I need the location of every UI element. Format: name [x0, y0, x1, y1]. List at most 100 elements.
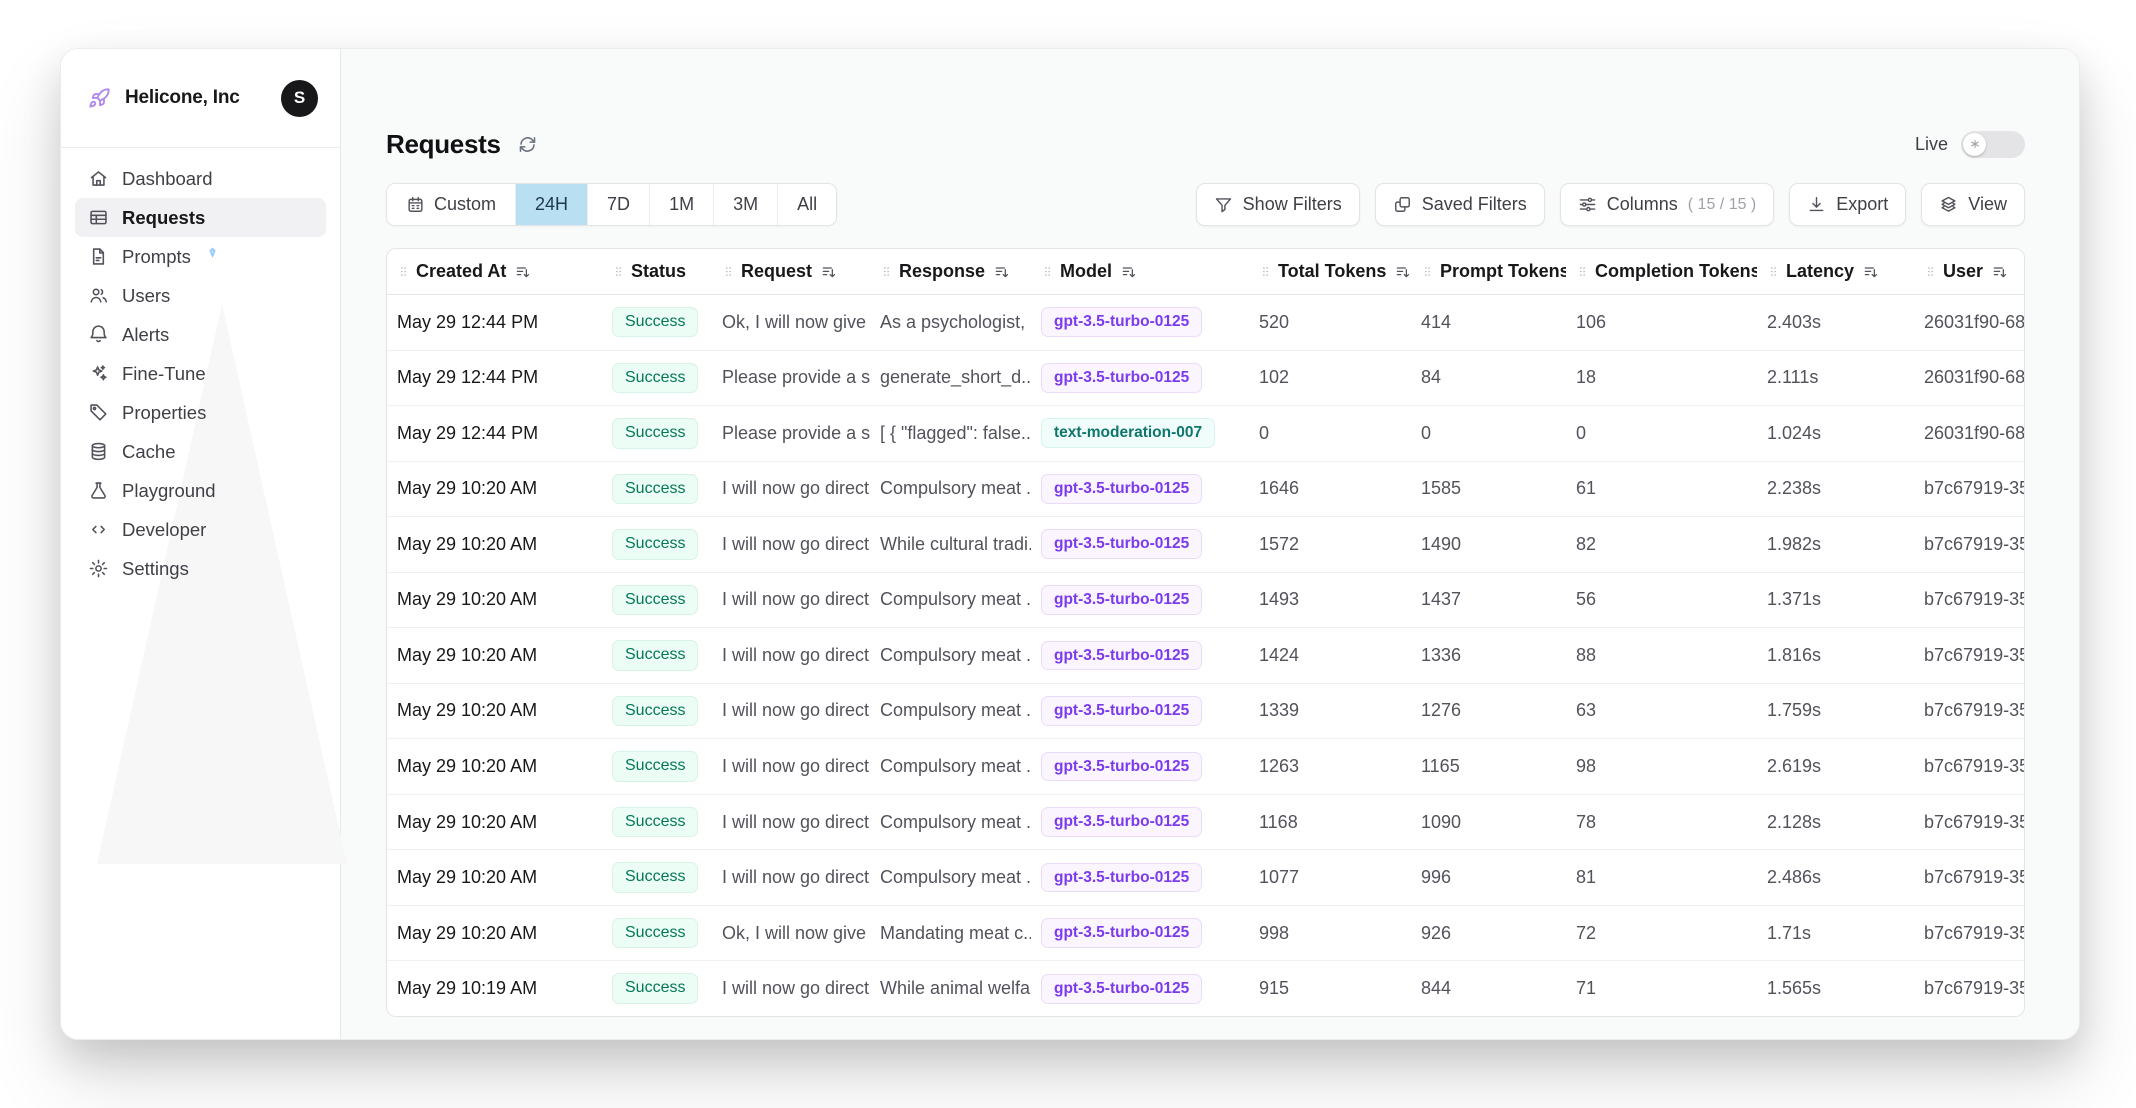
status-badge: Success: [612, 363, 698, 393]
cell-created-at: May 29 10:20 AM: [387, 850, 602, 905]
sidebar-item-prompts[interactable]: Prompts: [75, 237, 326, 276]
column-label: Response: [899, 261, 985, 282]
column-header-status[interactable]: Status: [602, 249, 712, 294]
cell-user: b7c67919-35: [1914, 906, 2025, 961]
drag-handle-icon[interactable]: [1421, 265, 1434, 278]
sort-icon[interactable]: [821, 264, 837, 280]
column-header-created-at[interactable]: Created At: [387, 249, 602, 294]
cell-prompt-tokens: 1276: [1411, 684, 1566, 739]
sidebar-item-fine-tune[interactable]: Fine-Tune: [75, 354, 326, 393]
cell-status: Success: [602, 906, 712, 961]
range-24h-button[interactable]: 24H: [516, 184, 588, 225]
drag-handle-icon[interactable]: [1767, 265, 1780, 278]
cell-completion-tokens: 88: [1566, 628, 1757, 683]
range-3m-button[interactable]: 3M: [714, 184, 778, 225]
sort-icon[interactable]: [1395, 264, 1411, 280]
cell-status: Success: [602, 517, 712, 572]
sidebar-item-settings[interactable]: Settings: [75, 549, 326, 588]
table-row[interactable]: May 29 10:20 AMSuccessI will now go dire…: [387, 739, 2024, 795]
sidebar-item-cache[interactable]: Cache: [75, 432, 326, 471]
drag-handle-icon[interactable]: [722, 265, 735, 278]
drag-handle-icon[interactable]: [1576, 265, 1589, 278]
refresh-icon: [517, 134, 538, 155]
status-badge: Success: [612, 307, 698, 337]
view-button[interactable]: View: [1921, 183, 2025, 226]
table-row[interactable]: May 29 10:20 AMSuccessI will now go dire…: [387, 628, 2024, 684]
cell-prompt-tokens: 0: [1411, 406, 1566, 461]
sort-icon[interactable]: [1121, 264, 1137, 280]
drag-handle-icon[interactable]: [397, 265, 410, 278]
sort-icon[interactable]: [515, 264, 531, 280]
drag-handle-icon[interactable]: [612, 265, 625, 278]
cell-status: Success: [602, 462, 712, 517]
table-row[interactable]: May 29 10:20 AMSuccessI will now go dire…: [387, 573, 2024, 629]
cell-prompt-tokens: 996: [1411, 850, 1566, 905]
drag-handle-icon[interactable]: [880, 265, 893, 278]
cell-user: b7c67919-35: [1914, 739, 2025, 794]
download-icon: [1807, 195, 1826, 214]
column-header-request[interactable]: Request: [712, 249, 870, 294]
cell-completion-tokens: 56: [1566, 573, 1757, 628]
sidebar-item-label: Fine-Tune: [122, 363, 206, 385]
snowflake-icon: [1963, 133, 1986, 156]
range-all-button[interactable]: All: [778, 184, 836, 225]
code-icon: [88, 519, 109, 540]
cell-model: text-moderation-007: [1031, 406, 1249, 461]
cell-user: b7c67919-35: [1914, 462, 2025, 517]
drag-handle-icon[interactable]: [1924, 265, 1937, 278]
cell-user: b7c67919-35: [1914, 628, 2025, 683]
sidebar-item-alerts[interactable]: Alerts: [75, 315, 326, 354]
columns-button[interactable]: Columns( 15 / 15 ): [1560, 183, 1775, 226]
sort-icon[interactable]: [994, 264, 1010, 280]
status-badge: Success: [612, 418, 698, 448]
cell-total-tokens: 1263: [1249, 739, 1411, 794]
range-custom-button[interactable]: Custom: [387, 184, 516, 225]
table-row[interactable]: May 29 12:44 PMSuccessOk, I will now giv…: [387, 295, 2024, 351]
cell-request: I will now go direct...: [712, 462, 870, 517]
column-header-total-tokens[interactable]: Total Tokens: [1249, 249, 1411, 294]
org-switcher[interactable]: Helicone, Inc S: [61, 49, 340, 148]
tag-icon: [88, 402, 109, 423]
saved-filters-button[interactable]: Saved Filters: [1375, 183, 1545, 226]
sidebar-item-dashboard[interactable]: Dashboard: [75, 159, 326, 198]
live-toggle[interactable]: [1961, 131, 2025, 158]
sort-icon[interactable]: [1863, 264, 1879, 280]
column-header-response[interactable]: Response: [870, 249, 1031, 294]
table-row[interactable]: May 29 10:20 AMSuccessI will now go dire…: [387, 684, 2024, 740]
range-1m-button[interactable]: 1M: [650, 184, 714, 225]
cell-completion-tokens: 106: [1566, 295, 1757, 350]
table-row[interactable]: May 29 10:20 AMSuccessI will now go dire…: [387, 850, 2024, 906]
export-button[interactable]: Export: [1789, 183, 1906, 226]
sidebar-item-users[interactable]: Users: [75, 276, 326, 315]
cell-total-tokens: 1424: [1249, 628, 1411, 683]
table-row[interactable]: May 29 10:20 AMSuccessI will now go dire…: [387, 795, 2024, 851]
column-header-latency[interactable]: Latency: [1757, 249, 1914, 294]
drag-handle-icon[interactable]: [1041, 265, 1054, 278]
sidebar-item-playground[interactable]: Playground: [75, 471, 326, 510]
layers-icon: [1939, 195, 1958, 214]
cell-completion-tokens: 63: [1566, 684, 1757, 739]
sidebar-item-properties[interactable]: Properties: [75, 393, 326, 432]
drag-handle-icon[interactable]: [1259, 265, 1272, 278]
table-row[interactable]: May 29 10:20 AMSuccessI will now go dire…: [387, 462, 2024, 518]
cell-total-tokens: 1493: [1249, 573, 1411, 628]
column-header-completion-tokens[interactable]: Completion Tokens: [1566, 249, 1757, 294]
sort-icon[interactable]: [1992, 264, 2008, 280]
table-row[interactable]: May 29 12:44 PMSuccessPlease provide a s…: [387, 351, 2024, 407]
avatar[interactable]: S: [281, 80, 318, 117]
range-7d-button[interactable]: 7D: [588, 184, 650, 225]
table-row[interactable]: May 29 12:44 PMSuccessPlease provide a s…: [387, 406, 2024, 462]
column-header-prompt-tokens[interactable]: Prompt Tokens: [1411, 249, 1566, 294]
table-row[interactable]: May 29 10:20 AMSuccessOk, I will now giv…: [387, 906, 2024, 962]
show-filters-button[interactable]: Show Filters: [1196, 183, 1360, 226]
sidebar-item-developer[interactable]: Developer: [75, 510, 326, 549]
cell-latency: 1.982s: [1757, 517, 1914, 572]
column-header-user[interactable]: User: [1914, 249, 2025, 294]
column-header-model[interactable]: Model: [1031, 249, 1249, 294]
sidebar-item-requests[interactable]: Requests: [75, 198, 326, 237]
table-row[interactable]: May 29 10:20 AMSuccessI will now go dire…: [387, 517, 2024, 573]
refresh-button[interactable]: [517, 134, 538, 155]
table-row[interactable]: May 29 10:19 AMSuccessI will now go dire…: [387, 961, 2024, 1016]
model-badge: gpt-3.5-turbo-0125: [1041, 474, 1202, 504]
cell-prompt-tokens: 1437: [1411, 573, 1566, 628]
